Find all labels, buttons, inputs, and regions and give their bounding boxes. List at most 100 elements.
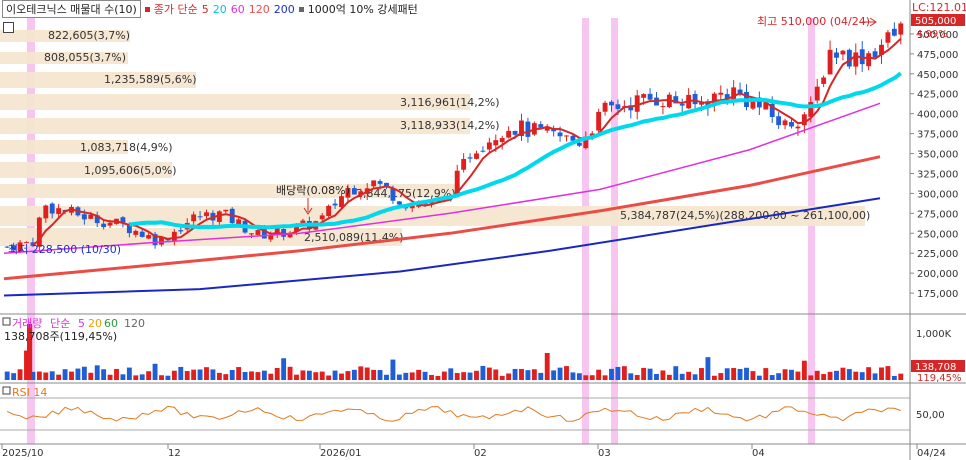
volume-bar [763,368,769,380]
instrument-title[interactable]: 이오테크닉스 매물대 수(10) [2,0,141,18]
volume-bar [274,367,280,380]
volume-bar [846,369,852,380]
indicator-icon[interactable] [298,6,304,12]
volume-bar [75,368,81,380]
volume-last-badge-text: 138,708 [915,362,956,373]
volume-toggle-icon[interactable] [2,317,11,326]
price-tick-label: 425,000 [917,90,958,101]
volume-bar [441,371,447,380]
volume-bar [351,369,357,380]
grid-toggle-icon[interactable] [3,22,14,33]
price-candle [679,104,685,106]
volume-profile-label: 2,510,089(11,4%) [304,231,404,244]
price-candle [795,126,801,129]
price-candle [249,233,254,235]
price-candle [171,231,177,241]
volume-bar [628,373,634,380]
price-candle [866,53,872,67]
volume-bar [390,359,396,380]
price-candle [692,93,698,105]
volume-bar [197,369,203,380]
volume-bar [319,371,325,380]
price-candle [486,142,492,150]
price-candle [647,93,653,100]
price-candle [641,94,647,98]
volume-bar [885,366,891,380]
volume-bar [326,375,332,380]
volume-bar [621,366,627,380]
volume-bar [750,371,756,380]
volume-bar [724,368,730,380]
volume-bar [506,373,512,380]
highlight-column [611,18,618,444]
price-candle [467,157,473,159]
price-candle [133,230,139,235]
volume-ma-period: 5 [78,317,85,330]
volume-last-value: 138,708주(119,45%) [4,330,117,343]
volume-bar [416,369,422,380]
volume-bar [493,369,499,380]
volume-bar [101,369,107,380]
volume-bar [236,367,242,380]
pattern-label: 1000억 10% 강세패턴 [307,3,418,16]
volume-bar [551,370,557,380]
volume-bar [62,369,68,380]
volume-bar [146,371,152,380]
price-candle [371,180,377,187]
price-candle [891,28,897,36]
price-candle [506,130,512,138]
volume-bar [711,375,717,380]
volume-bar [583,375,589,380]
volume-bar [589,375,595,380]
price-candle [126,225,132,234]
volume-bar [152,363,158,380]
volume-bar [403,372,409,380]
chart-header: 이오테크닉스 매물대 수(10) 종가 단순 5 20 60 120 200 1… [0,0,418,18]
price-candle [255,230,261,235]
highlight-column [808,18,815,444]
price-candle [390,188,396,201]
price-candle [512,130,518,135]
date-tick-label: 04/24 [917,448,946,459]
volume-bar [840,367,846,380]
volume-bar [448,368,454,380]
volume-bar [512,368,518,380]
price-candle [319,215,325,220]
highlight-column [582,18,589,444]
volume-bar [769,375,775,380]
price-candle [776,116,782,126]
price-candle [332,203,338,206]
chart-window: 822,605(3,7%) 808,055(3,7%) 1,235,589(5,6%… [0,0,966,460]
date-tick-label: 04 [752,448,765,459]
price-candle [564,135,569,137]
price-tick-label: 200,000 [917,269,958,280]
high-annotation: 최고 510,000 (04/24) [757,15,870,28]
price-candle [236,219,242,225]
volume-bar [268,373,274,380]
volume-bar [814,370,820,380]
rsi-toggle-icon[interactable] [2,386,11,395]
volume-bar [81,366,87,380]
volume-bar [364,367,370,380]
volume-bar [11,373,17,380]
volume-bar [834,370,839,380]
price-candle [107,222,113,226]
price-candle [204,212,209,217]
volume-bar [827,371,833,380]
price-tick-label: 450,000 [917,70,958,81]
volume-bar [422,371,428,380]
price-candle [827,49,833,75]
volume-bar [679,373,685,380]
price-candle [525,121,531,137]
volume-pct-value: 119,45% [917,373,962,384]
volume-bar [94,365,100,380]
price-candle [499,138,505,143]
price-candle [146,235,152,239]
date-tick-label: 02 [474,448,487,459]
chart-canvas[interactable]: 822,605(3,7%) 808,055(3,7%) 1,235,589(5,6%… [0,0,966,460]
price-tick-label: 225,000 [917,249,958,260]
volume-bar [499,375,505,380]
indicator-icon[interactable] [144,6,150,12]
volume-bar [223,374,229,380]
volume-bar [139,374,145,380]
